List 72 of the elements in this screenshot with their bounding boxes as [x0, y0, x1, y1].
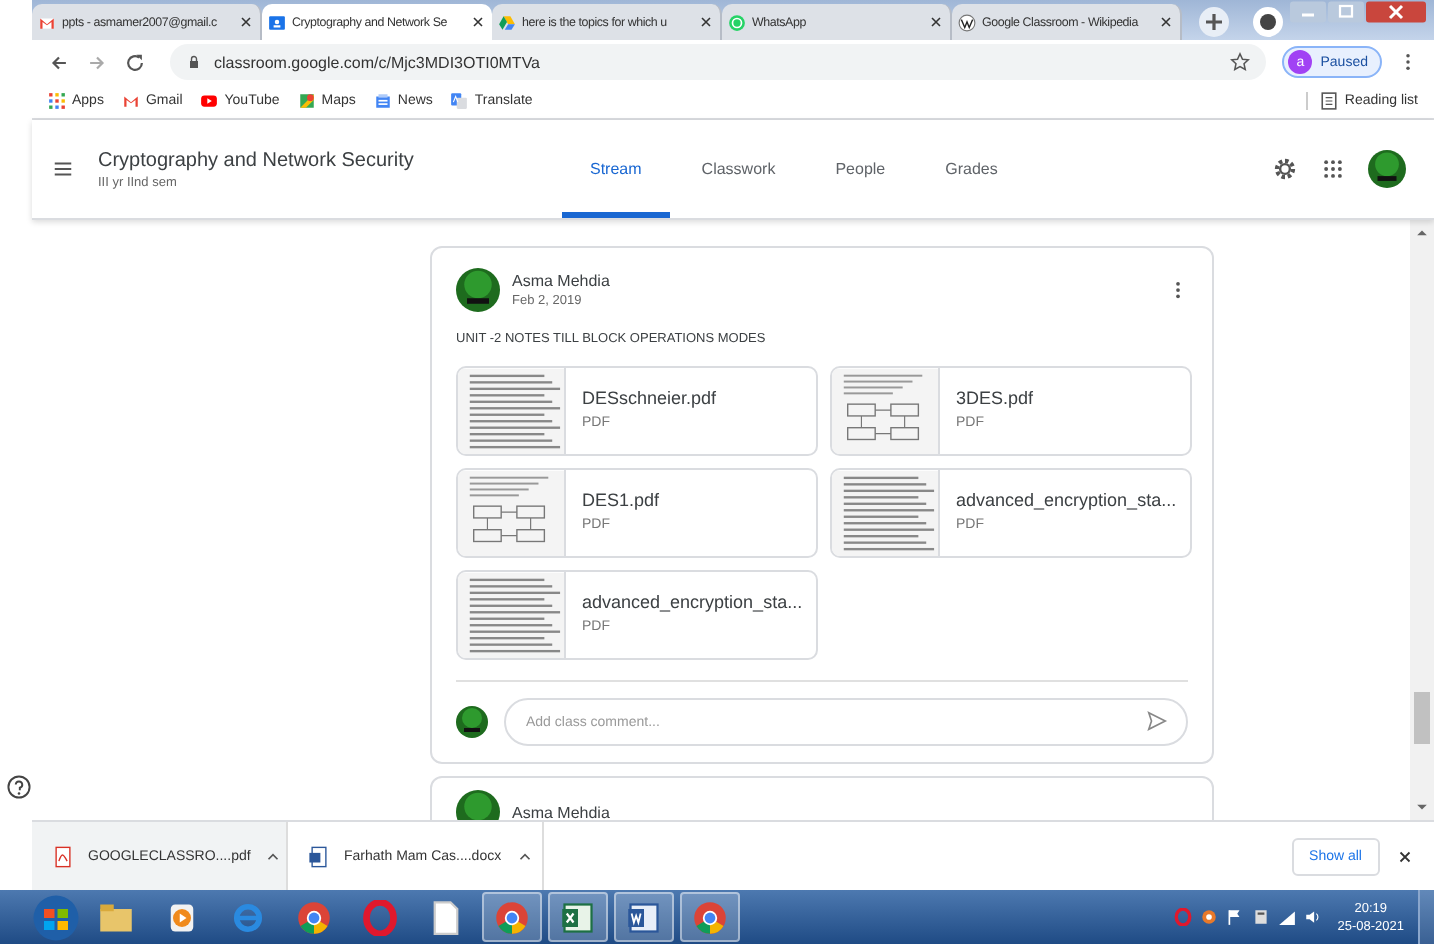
- help-icon[interactable]: [6, 774, 32, 800]
- nav-tab[interactable]: Classwork: [673, 120, 804, 218]
- chrome-icon: [692, 899, 728, 935]
- folder-icon: [98, 899, 134, 935]
- avatar-icon: [456, 706, 488, 738]
- settings-icon[interactable]: [1272, 156, 1298, 182]
- record-icon[interactable]: [1252, 6, 1284, 38]
- nav-tab[interactable]: People: [807, 120, 914, 218]
- lock-icon: [186, 54, 202, 70]
- address-bar[interactable]: classroom.google.com/c/Mjc3MDI3OTI0MTVa: [170, 44, 1267, 80]
- apps-grid-icon: [48, 92, 66, 110]
- menu-icon[interactable]: [52, 158, 74, 180]
- mail-icon: [121, 92, 140, 110]
- map-icon: [297, 92, 316, 110]
- flag-icon[interactable]: [1225, 908, 1244, 926]
- close-icon[interactable]: [928, 14, 944, 30]
- nav-tab[interactable]: Grades: [917, 120, 1026, 218]
- close-icon[interactable]: [238, 14, 254, 30]
- start-button[interactable]: [32, 893, 80, 941]
- scrollbar-thumb[interactable]: [1414, 692, 1430, 744]
- chat-icon: [728, 13, 746, 31]
- close-icon[interactable]: [698, 14, 714, 30]
- pdf-file-icon: [52, 845, 74, 867]
- document-thumbnail: [458, 470, 566, 556]
- file-name: advanced_encryption_sta...: [582, 592, 803, 612]
- show-desktop-button[interactable]: [1418, 890, 1434, 944]
- file-name: 3DES.pdf: [956, 388, 1034, 408]
- translate-icon: [450, 92, 469, 110]
- file-icon: [428, 899, 464, 935]
- avatar-icon: [456, 268, 500, 312]
- chrome-icon: [296, 899, 332, 935]
- file-name: DES1.pdf: [582, 490, 660, 510]
- new-tab-icon[interactable]: [1198, 6, 1230, 38]
- chrome-icon: [494, 899, 530, 935]
- document-icon: [626, 899, 662, 935]
- class-title[interactable]: Cryptography and Network Security: [98, 149, 498, 171]
- nav-tab[interactable]: Stream: [562, 120, 670, 218]
- taskbar-button[interactable]: [614, 892, 674, 942]
- globe-icon: [958, 13, 976, 31]
- author-name: Asma Mehdia: [512, 272, 610, 290]
- taskbar-button[interactable]: [548, 892, 608, 942]
- send-icon[interactable]: [1146, 710, 1168, 732]
- browser-icon: [230, 899, 266, 935]
- speaker-icon[interactable]: [1303, 908, 1322, 926]
- tray-app-icon[interactable]: [1199, 908, 1218, 926]
- author-name: Asma Mehdia: [512, 803, 610, 820]
- document-thumbnail: [458, 572, 566, 658]
- play-icon: [200, 92, 219, 110]
- document-icon: [308, 845, 330, 867]
- file-name: advanced_encryption_sta...: [956, 490, 1177, 510]
- device-icon[interactable]: [1251, 908, 1270, 926]
- opera-icon: [362, 899, 398, 935]
- document-thumbnail: [832, 368, 940, 454]
- list-icon: [1320, 92, 1339, 110]
- avatar-icon[interactable]: [1368, 150, 1406, 188]
- document-thumbnail: [832, 470, 940, 556]
- document-thumbnail: [458, 368, 566, 454]
- classroom-icon: [268, 13, 286, 31]
- close-icon[interactable]: [470, 14, 486, 30]
- spreadsheet-icon: [560, 899, 596, 935]
- back-icon[interactable]: [48, 51, 70, 73]
- mail-icon: [38, 13, 56, 31]
- signal-icon[interactable]: [1277, 908, 1296, 926]
- close-icon[interactable]: [1396, 847, 1414, 865]
- file-name: DESschneier.pdf: [582, 388, 717, 408]
- star-icon[interactable]: [1230, 52, 1251, 72]
- close-icon[interactable]: [1158, 14, 1174, 30]
- drive-icon: [498, 13, 516, 31]
- reload-icon[interactable]: [124, 51, 146, 73]
- apps-grid-icon[interactable]: [1322, 158, 1344, 180]
- news-icon: [373, 92, 392, 110]
- url-text: classroom.google.com/c/Mjc3MDI3OTI0MTVa: [214, 53, 541, 71]
